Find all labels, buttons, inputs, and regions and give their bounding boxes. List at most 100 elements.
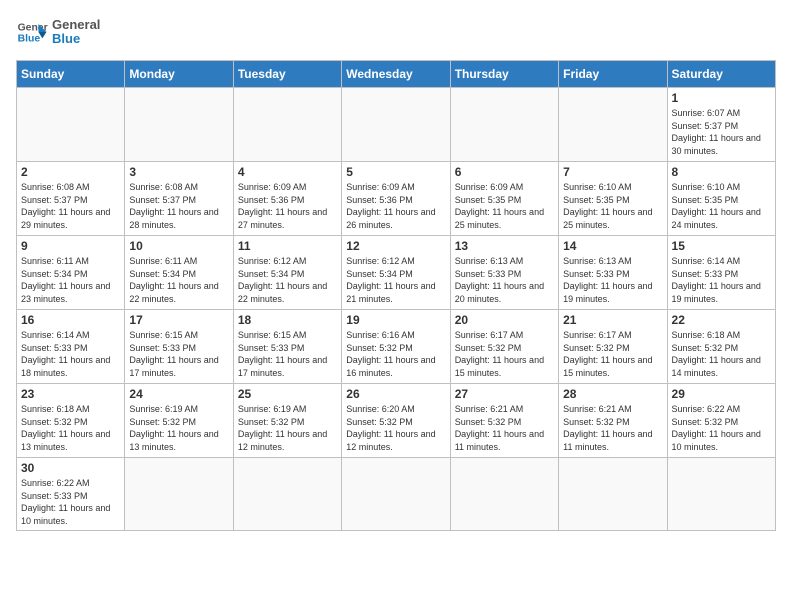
calendar-cell: 23Sunrise: 6:18 AM Sunset: 5:32 PM Dayli… bbox=[17, 384, 125, 458]
day-info: Sunrise: 6:15 AM Sunset: 5:33 PM Dayligh… bbox=[129, 329, 228, 379]
calendar-cell: 25 Sunrise: 6:19 AM Sunset: 5:32 PM Dayli… bbox=[233, 384, 341, 458]
calendar-cell: 17 Sunrise: 6:15 AM Sunset: 5:33 PM Dayli… bbox=[125, 310, 233, 384]
day-number: 2 bbox=[21, 165, 120, 179]
day-info: Sunrise: 6:16 AM Sunset: 5:32 PM Dayligh… bbox=[346, 329, 445, 379]
day-info: Sunrise: 6:11 AM Sunset: 5:34 PM Dayligh… bbox=[21, 255, 120, 305]
svg-text:Blue: Blue bbox=[18, 34, 41, 45]
calendar-cell: 8 Sunrise: 6:10 AM Sunset: 5:35 PM Daylig… bbox=[667, 162, 775, 236]
col-header-tuesday: Tuesday bbox=[233, 61, 341, 88]
day-number: 12 bbox=[346, 239, 445, 253]
calendar-cell bbox=[559, 458, 667, 531]
day-info: Sunrise: 6:12 AM Sunset: 5:34 PM Dayligh… bbox=[238, 255, 337, 305]
day-info: Sunrise: 6:18 AM Sunset: 5:32 PM Dayligh… bbox=[672, 329, 771, 379]
col-header-friday: Friday bbox=[559, 61, 667, 88]
col-header-wednesday: Wednesday bbox=[342, 61, 450, 88]
calendar-cell bbox=[559, 88, 667, 162]
day-number: 28 bbox=[563, 387, 662, 401]
calendar-cell: 29 Sunrise: 6:22 AM Sunset: 5:32 PM Dayli… bbox=[667, 384, 775, 458]
calendar-cell: 21Sunrise: 6:17 AM Sunset: 5:32 PM Dayli… bbox=[559, 310, 667, 384]
calendar-cell: 14Sunrise: 6:13 AM Sunset: 5:33 PM Dayli… bbox=[559, 236, 667, 310]
calendar-cell: 27 Sunrise: 6:21 AM Sunset: 5:32 PM Dayli… bbox=[450, 384, 558, 458]
day-number: 30 bbox=[21, 461, 120, 475]
day-number: 22 bbox=[672, 313, 771, 327]
calendar-cell: 13Sunrise: 6:13 AM Sunset: 5:33 PM Dayli… bbox=[450, 236, 558, 310]
day-info: Sunrise: 6:13 AM Sunset: 5:33 PM Dayligh… bbox=[455, 255, 554, 305]
day-info: Sunrise: 6:14 AM Sunset: 5:33 PM Dayligh… bbox=[21, 329, 120, 379]
day-number: 10 bbox=[129, 239, 228, 253]
day-info: Sunrise: 6:10 AM Sunset: 5:35 PM Dayligh… bbox=[563, 181, 662, 231]
day-info: Sunrise: 6:09 AM Sunset: 5:36 PM Dayligh… bbox=[238, 181, 337, 231]
calendar-cell: 12 Sunrise: 6:12 AM Sunset: 5:34 PM Dayli… bbox=[342, 236, 450, 310]
day-info: Sunrise: 6:08 AM Sunset: 5:37 PM Dayligh… bbox=[21, 181, 120, 231]
calendar-cell: 5 Sunrise: 6:09 AM Sunset: 5:36 PM Daylig… bbox=[342, 162, 450, 236]
calendar-cell: 2 Sunrise: 6:08 AM Sunset: 5:37 PM Daylig… bbox=[17, 162, 125, 236]
day-number: 1 bbox=[672, 91, 771, 105]
day-info: Sunrise: 6:17 AM Sunset: 5:32 PM Dayligh… bbox=[455, 329, 554, 379]
day-number: 3 bbox=[129, 165, 228, 179]
calendar-cell: 4 Sunrise: 6:09 AM Sunset: 5:36 PM Daylig… bbox=[233, 162, 341, 236]
calendar-cell: 7 Sunrise: 6:10 AM Sunset: 5:35 PM Daylig… bbox=[559, 162, 667, 236]
day-number: 15 bbox=[672, 239, 771, 253]
day-info: Sunrise: 6:20 AM Sunset: 5:32 PM Dayligh… bbox=[346, 403, 445, 453]
calendar-cell: 28Sunrise: 6:21 AM Sunset: 5:32 PM Dayli… bbox=[559, 384, 667, 458]
logo-icon: General Blue bbox=[16, 16, 48, 48]
day-info: Sunrise: 6:12 AM Sunset: 5:34 PM Dayligh… bbox=[346, 255, 445, 305]
col-header-sunday: Sunday bbox=[17, 61, 125, 88]
day-number: 17 bbox=[129, 313, 228, 327]
day-number: 26 bbox=[346, 387, 445, 401]
day-info: Sunrise: 6:19 AM Sunset: 5:32 PM Dayligh… bbox=[129, 403, 228, 453]
day-info: Sunrise: 6:09 AM Sunset: 5:35 PM Dayligh… bbox=[455, 181, 554, 231]
calendar-cell bbox=[233, 88, 341, 162]
calendar-cell bbox=[450, 88, 558, 162]
calendar-cell bbox=[125, 88, 233, 162]
day-info: Sunrise: 6:11 AM Sunset: 5:34 PM Dayligh… bbox=[129, 255, 228, 305]
day-number: 8 bbox=[672, 165, 771, 179]
day-info: Sunrise: 6:21 AM Sunset: 5:32 PM Dayligh… bbox=[455, 403, 554, 453]
calendar-cell bbox=[233, 458, 341, 531]
col-header-saturday: Saturday bbox=[667, 61, 775, 88]
day-number: 14 bbox=[563, 239, 662, 253]
calendar-cell: 9Sunrise: 6:11 AM Sunset: 5:34 PM Daylig… bbox=[17, 236, 125, 310]
day-info: Sunrise: 6:19 AM Sunset: 5:32 PM Dayligh… bbox=[238, 403, 337, 453]
day-info: Sunrise: 6:07 AM Sunset: 5:37 PM Dayligh… bbox=[672, 107, 771, 157]
day-number: 16 bbox=[21, 313, 120, 327]
calendar-cell: 15Sunrise: 6:14 AM Sunset: 5:33 PM Dayli… bbox=[667, 236, 775, 310]
logo-blue-text: Blue bbox=[52, 32, 100, 46]
calendar-cell bbox=[342, 88, 450, 162]
day-info: Sunrise: 6:10 AM Sunset: 5:35 PM Dayligh… bbox=[672, 181, 771, 231]
day-number: 5 bbox=[346, 165, 445, 179]
calendar-cell: 22 Sunrise: 6:18 AM Sunset: 5:32 PM Dayli… bbox=[667, 310, 775, 384]
day-info: Sunrise: 6:22 AM Sunset: 5:33 PM Dayligh… bbox=[21, 477, 120, 527]
calendar-cell bbox=[450, 458, 558, 531]
calendar-cell: 6 Sunrise: 6:09 AM Sunset: 5:35 PM Daylig… bbox=[450, 162, 558, 236]
calendar-cell bbox=[125, 458, 233, 531]
day-number: 25 bbox=[238, 387, 337, 401]
day-info: Sunrise: 6:17 AM Sunset: 5:32 PM Dayligh… bbox=[563, 329, 662, 379]
day-info: Sunrise: 6:15 AM Sunset: 5:33 PM Dayligh… bbox=[238, 329, 337, 379]
day-number: 7 bbox=[563, 165, 662, 179]
calendar-cell bbox=[667, 458, 775, 531]
day-info: Sunrise: 6:22 AM Sunset: 5:32 PM Dayligh… bbox=[672, 403, 771, 453]
calendar-cell: 24Sunrise: 6:19 AM Sunset: 5:32 PM Dayli… bbox=[125, 384, 233, 458]
calendar-cell: 26 Sunrise: 6:20 AM Sunset: 5:32 PM Dayli… bbox=[342, 384, 450, 458]
calendar-cell: 10 Sunrise: 6:11 AM Sunset: 5:34 PM Dayli… bbox=[125, 236, 233, 310]
calendar-cell: 20Sunrise: 6:17 AM Sunset: 5:32 PM Dayli… bbox=[450, 310, 558, 384]
day-number: 29 bbox=[672, 387, 771, 401]
calendar-cell: 3 Sunrise: 6:08 AM Sunset: 5:37 PM Daylig… bbox=[125, 162, 233, 236]
col-header-monday: Monday bbox=[125, 61, 233, 88]
logo-general-text: General bbox=[52, 18, 100, 32]
page-header: General Blue General Blue bbox=[16, 16, 776, 48]
day-number: 6 bbox=[455, 165, 554, 179]
calendar-cell: 30 Sunrise: 6:22 AM Sunset: 5:33 PM Dayli… bbox=[17, 458, 125, 531]
logo: General Blue General Blue bbox=[16, 16, 100, 48]
day-info: Sunrise: 6:08 AM Sunset: 5:37 PM Dayligh… bbox=[129, 181, 228, 231]
calendar-cell: 16 Sunrise: 6:14 AM Sunset: 5:33 PM Dayli… bbox=[17, 310, 125, 384]
day-number: 4 bbox=[238, 165, 337, 179]
day-number: 27 bbox=[455, 387, 554, 401]
calendar-cell: 1 Sunrise: 6:07 AM Sunset: 5:37 PM Daylig… bbox=[667, 88, 775, 162]
calendar-header: SundayMondayTuesdayWednesdayThursdayFrid… bbox=[17, 61, 776, 88]
calendar-cell bbox=[17, 88, 125, 162]
calendar-table: SundayMondayTuesdayWednesdayThursdayFrid… bbox=[16, 60, 776, 531]
day-info: Sunrise: 6:09 AM Sunset: 5:36 PM Dayligh… bbox=[346, 181, 445, 231]
calendar-cell: 11Sunrise: 6:12 AM Sunset: 5:34 PM Dayli… bbox=[233, 236, 341, 310]
